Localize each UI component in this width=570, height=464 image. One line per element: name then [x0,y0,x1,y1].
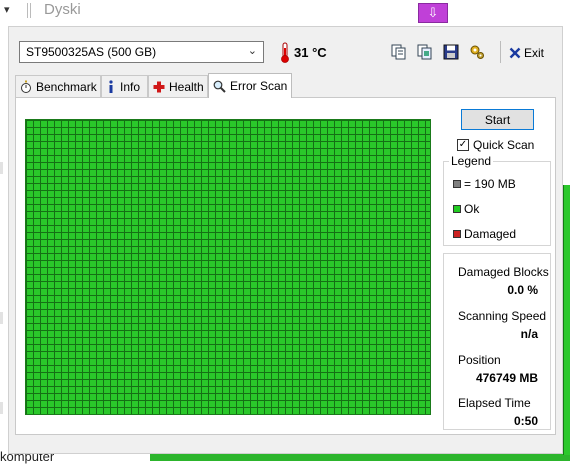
explorer-titlebar: ▾ Dyski [0,0,570,22]
damaged-blocks-label: Damaged Blocks [458,265,549,279]
elapsed-time-value: 0:50 [513,414,538,428]
pane-marker [0,162,3,174]
scanning-speed-label: Scanning Speed [458,309,547,323]
magnifier-icon [213,80,226,93]
legend-block-size-label: = 190 MB [464,177,516,191]
scan-statistics: Damaged Blocks 0.0 % Scanning Speed n/a … [443,253,551,430]
copy-info-icon[interactable] [389,42,409,62]
tab-info[interactable]: Info [101,75,148,97]
tab-label: Benchmark [36,79,97,94]
error-scan-panel: Start ✓ Quick Scan = 190 MB Ok Damaged L… [15,97,556,435]
start-button[interactable]: Start [461,109,534,130]
pane-marker [0,402,3,414]
quick-access-dropdown-icon[interactable]: ▾ [4,3,10,16]
legend-damaged-label: Damaged [464,227,517,241]
download-arrow-icon[interactable]: ⇩ [418,3,448,23]
legend-ok-label: Ok [464,202,480,216]
drive-select-value: ST9500325AS (500 GB) [26,45,157,59]
thermometer-icon [281,42,289,63]
copy-screenshot-icon[interactable] [415,42,435,62]
exit-button[interactable]: Exit [509,43,544,63]
background-progress-strip [150,454,570,461]
position-value: 476749 MB [475,371,538,385]
checkbox-box[interactable]: ✓ [457,139,469,151]
explorer-left-pane [0,22,8,461]
background-scan-strip [563,185,570,455]
explorer-title: Dyski [44,1,81,18]
position-label: Position [458,353,501,367]
quick-scan-checkbox[interactable]: ✓ Quick Scan [457,138,534,152]
legend-damaged: Damaged [453,227,516,241]
temperature-readout: 31 °C [294,45,327,60]
health-cross-icon [153,81,165,92]
tab-error-scan[interactable]: Error Scan [208,73,292,98]
toolbar-separator [500,41,501,63]
legend-ok: Ok [453,202,479,216]
tab-label: Info [120,79,141,94]
chevron-down-icon[interactable]: ⌄ [248,44,257,57]
legend-swatch-ok [453,205,461,213]
tab-label: Health [169,79,204,94]
tab-label: Error Scan [230,79,288,93]
disk-tool-window: ST9500325AS (500 GB) ⌄ 31 °C Exit Benchm… [8,26,563,454]
stopwatch-icon [21,80,31,93]
exit-label: Exit [524,46,545,60]
titlebar-separator [30,3,31,18]
tab-health[interactable]: Health [148,75,208,97]
quick-scan-label: Quick Scan [473,138,535,152]
info-icon [109,79,113,93]
damaged-blocks-value: 0.0 % [507,283,538,297]
tab-benchmark[interactable]: Benchmark [15,75,101,97]
scan-block-map [25,119,431,415]
drive-select[interactable]: ST9500325AS (500 GB) ⌄ [19,41,264,63]
titlebar-separator [27,3,28,18]
legend-title: Legend [449,154,494,168]
start-button-label: Start [484,112,511,127]
elapsed-time-label: Elapsed Time [458,396,531,410]
legend-box: = 190 MB Ok Damaged [443,161,551,246]
legend-swatch-block [453,180,461,188]
legend-block-size: = 190 MB [453,177,516,191]
pane-marker [0,312,3,324]
scanning-speed-value: n/a [520,327,538,341]
close-icon [509,47,521,59]
save-icon[interactable] [441,42,461,62]
options-icon[interactable] [467,42,487,62]
legend-swatch-damaged [453,230,461,238]
